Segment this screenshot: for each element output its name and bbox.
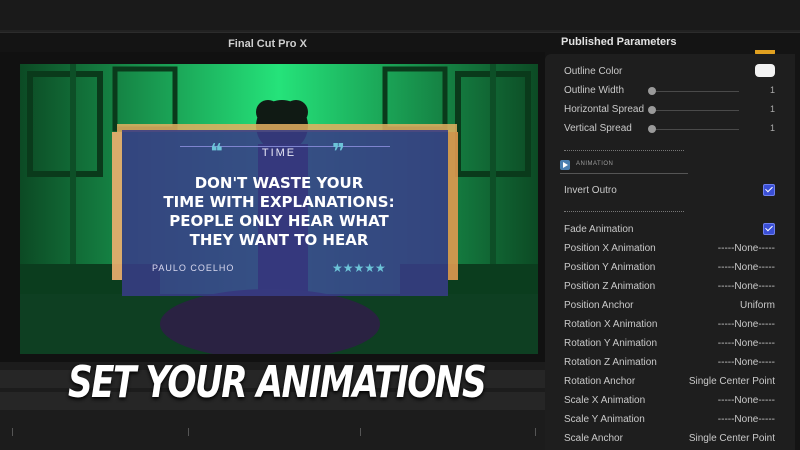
fade-animation-row: Fade Animation [545, 221, 795, 240]
param-popup[interactable]: Single Center Point [689, 376, 775, 387]
outline-color-label: Outline Color [564, 66, 623, 77]
outline-width-row: Outline Width 1 [545, 82, 795, 101]
param-popup[interactable]: -----None----- [718, 262, 775, 273]
vertical-spread-value[interactable]: 1 [770, 123, 775, 133]
param-label: Position Z Animation [564, 281, 656, 292]
scale-x-animation-row[interactable]: Scale X Animation -----None----- [545, 392, 795, 411]
param-popup[interactable]: Uniform [740, 300, 775, 311]
param-label: Scale X Animation [564, 395, 646, 406]
param-label: Position X Animation [564, 243, 656, 254]
vertical-spread-track[interactable] [651, 129, 739, 130]
position-anchor-row[interactable]: Position Anchor Uniform [545, 297, 795, 316]
param-label: Rotation Y Animation [564, 338, 658, 349]
rotation-x-animation-row[interactable]: Rotation X Animation -----None----- [545, 316, 795, 335]
outline-color-swatch[interactable] [755, 64, 775, 77]
param-label: Rotation Z Animation [564, 357, 657, 368]
vertical-spread-label: Vertical Spread [564, 123, 632, 134]
outline-color-row: Outline Color [545, 63, 795, 82]
invert-outro-label: Invert Outro [564, 185, 617, 196]
horizontal-spread-row: Horizontal Spread 1 [545, 101, 795, 120]
position-x-animation-row[interactable]: Position X Animation -----None----- [545, 240, 795, 259]
invert-outro-checkbox[interactable] [763, 184, 775, 196]
param-label: Position Anchor [564, 300, 634, 311]
outline-width-slider[interactable] [648, 87, 656, 95]
fade-animation-checkbox[interactable] [763, 223, 775, 235]
horizontal-spread-label: Horizontal Spread [564, 104, 645, 115]
svg-text:❞: ❞ [332, 140, 345, 165]
param-popup[interactable]: -----None----- [718, 414, 775, 425]
horizontal-spread-track[interactable] [651, 110, 739, 111]
divider [564, 211, 684, 212]
app-title: Final Cut Pro X [228, 38, 307, 50]
vertical-spread-row: Vertical Spread 1 [545, 120, 795, 139]
outline-width-value[interactable]: 1 [770, 85, 775, 95]
disclosure-triangle-icon[interactable] [560, 160, 570, 170]
svg-text:❝: ❝ [210, 140, 223, 165]
horizontal-spread-slider[interactable] [648, 106, 656, 114]
quote-line-4: THEY WANT TO HEAR [190, 231, 369, 249]
param-popup[interactable]: -----None----- [718, 357, 775, 368]
rotation-z-animation-row[interactable]: Rotation Z Animation -----None----- [545, 354, 795, 373]
param-label: Rotation X Animation [564, 319, 658, 330]
param-label: Rotation Anchor [564, 376, 636, 387]
video-viewer[interactable]: ❝ ❞ TIME DON'T WASTE YOUR TIME WITH EXPL… [20, 64, 538, 354]
rotation-anchor-row[interactable]: Rotation Anchor Single Center Point [545, 373, 795, 392]
param-popup[interactable]: -----None----- [718, 281, 775, 292]
quote-line-1: DON'T WASTE YOUR [195, 174, 364, 192]
published-parameters-panel: Outline Color Outline Width 1 Horizontal… [545, 54, 795, 450]
param-popup[interactable]: -----None----- [718, 319, 775, 330]
param-popup[interactable]: Single Center Point [689, 433, 775, 444]
param-label: Scale Anchor [564, 433, 623, 444]
divider [564, 150, 684, 151]
outline-width-label: Outline Width [564, 85, 625, 96]
animation-section-label: ANIMATION [576, 161, 614, 167]
fade-animation-label: Fade Animation [564, 224, 634, 235]
param-popup[interactable]: -----None----- [718, 243, 775, 254]
section-divider [560, 173, 688, 174]
window-toolbar [0, 0, 800, 33]
param-label: Scale Y Animation [564, 414, 645, 425]
scale-anchor-row[interactable]: Scale Anchor Single Center Point [545, 430, 795, 449]
param-label: Position Y Animation [564, 262, 656, 273]
param-popup[interactable]: -----None----- [718, 395, 775, 406]
video-frame: ❝ ❞ TIME DON'T WASTE YOUR TIME WITH EXPL… [20, 64, 538, 354]
quote-line-3: PEOPLE ONLY HEAR WHAT [169, 212, 389, 230]
quote-author: PAULO COELHO [152, 263, 234, 273]
timeline-ruler [0, 424, 545, 444]
quote-line-2: TIME WITH EXPLANATIONS: [163, 193, 394, 211]
scale-y-animation-row[interactable]: Scale Y Animation -----None----- [545, 411, 795, 430]
outline-width-track[interactable] [651, 91, 739, 92]
published-parameters-title: Published Parameters [561, 36, 677, 48]
position-y-animation-row[interactable]: Position Y Animation -----None----- [545, 259, 795, 278]
invert-outro-row: Invert Outro [545, 182, 795, 201]
rating-stars: ★★★★★ [332, 261, 386, 275]
overlay-caption: SET YOUR ANIMATIONS [68, 357, 487, 408]
horizontal-spread-value[interactable]: 1 [770, 104, 775, 114]
position-z-animation-row[interactable]: Position Z Animation -----None----- [545, 278, 795, 297]
rotation-y-animation-row[interactable]: Rotation Y Animation -----None----- [545, 335, 795, 354]
vertical-spread-slider[interactable] [648, 125, 656, 133]
param-popup[interactable]: -----None----- [718, 338, 775, 349]
quote-header: TIME [262, 147, 296, 159]
